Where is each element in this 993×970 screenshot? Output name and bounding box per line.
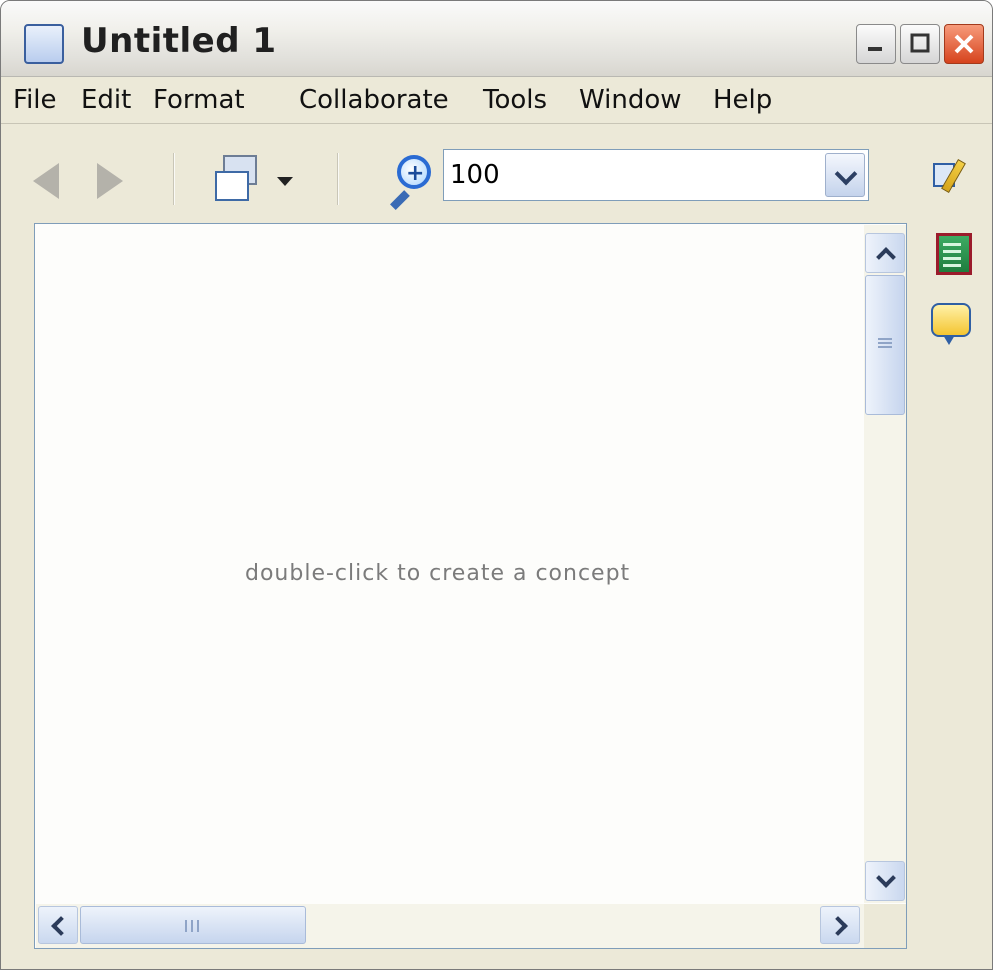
notes-line	[943, 264, 961, 267]
toolbar: + 100	[1, 125, 992, 221]
menu-format[interactable]: Format	[153, 85, 245, 115]
menu-file[interactable]: File	[13, 85, 57, 115]
app-window: Untitled 1 File Edit Format Collaborate …	[0, 0, 993, 970]
close-button[interactable]	[944, 24, 984, 64]
zoom-value[interactable]: 100	[450, 160, 500, 190]
scrollbar-corner	[864, 904, 906, 948]
minimize-icon	[868, 47, 882, 51]
title-bar[interactable]: Untitled 1	[1, 1, 992, 77]
zoom-plus-glyph: +	[406, 161, 425, 186]
edit-style-icon[interactable]	[931, 153, 971, 197]
view-dropdown-arrow-icon[interactable]	[277, 177, 293, 186]
zoom-in-icon[interactable]: +	[387, 155, 435, 210]
menu-tools[interactable]: Tools	[483, 85, 547, 115]
menu-help[interactable]: Help	[713, 85, 772, 115]
notes-page	[936, 233, 972, 275]
scroll-up-button[interactable]	[865, 233, 905, 273]
menu-edit[interactable]: Edit	[81, 85, 131, 115]
concept-map-app-icon[interactable]	[24, 24, 64, 64]
forward-arrow-icon[interactable]	[97, 163, 123, 199]
view-mode-front-pane	[215, 171, 249, 201]
maximize-button[interactable]	[900, 24, 940, 64]
zoom-combo-box[interactable]: 100	[443, 149, 869, 201]
horizontal-scrollbar[interactable]	[36, 904, 864, 948]
collaborate-bubble-tail	[943, 335, 955, 345]
menu-collaborate[interactable]: Collaborate	[299, 85, 449, 115]
vertical-scroll-thumb[interactable]	[865, 275, 905, 415]
notes-line	[943, 257, 961, 260]
concept-map-canvas[interactable]: double-click to create a concept	[34, 223, 907, 949]
notes-icon[interactable]	[936, 233, 976, 277]
minimize-button[interactable]	[856, 24, 896, 64]
menu-window[interactable]: Window	[579, 85, 682, 115]
vertical-scrollbar[interactable]	[864, 225, 906, 903]
view-mode-icon[interactable]	[215, 155, 265, 205]
close-icon	[954, 34, 974, 54]
notes-line	[943, 243, 961, 246]
toolbar-separator	[337, 153, 339, 205]
zoom-dropdown-button[interactable]	[825, 153, 865, 197]
canvas-hint: double-click to create a concept	[245, 561, 631, 586]
notes-line	[943, 250, 961, 253]
back-arrow-icon[interactable]	[33, 163, 59, 199]
menu-bar: File Edit Format Collaborate Tools Windo…	[1, 78, 992, 124]
grip-icon	[185, 920, 199, 932]
zoom-handle	[390, 190, 410, 210]
grip-icon	[878, 338, 892, 348]
scroll-down-button[interactable]	[865, 861, 905, 901]
scroll-left-button[interactable]	[38, 906, 78, 944]
scroll-right-button[interactable]	[820, 906, 860, 944]
horizontal-scroll-thumb[interactable]	[80, 906, 306, 944]
collaborate-icon[interactable]	[931, 303, 971, 347]
toolbar-separator	[173, 153, 175, 205]
maximize-icon	[910, 33, 930, 53]
collaborate-bubble	[931, 303, 971, 337]
window-title: Untitled 1	[81, 21, 277, 61]
